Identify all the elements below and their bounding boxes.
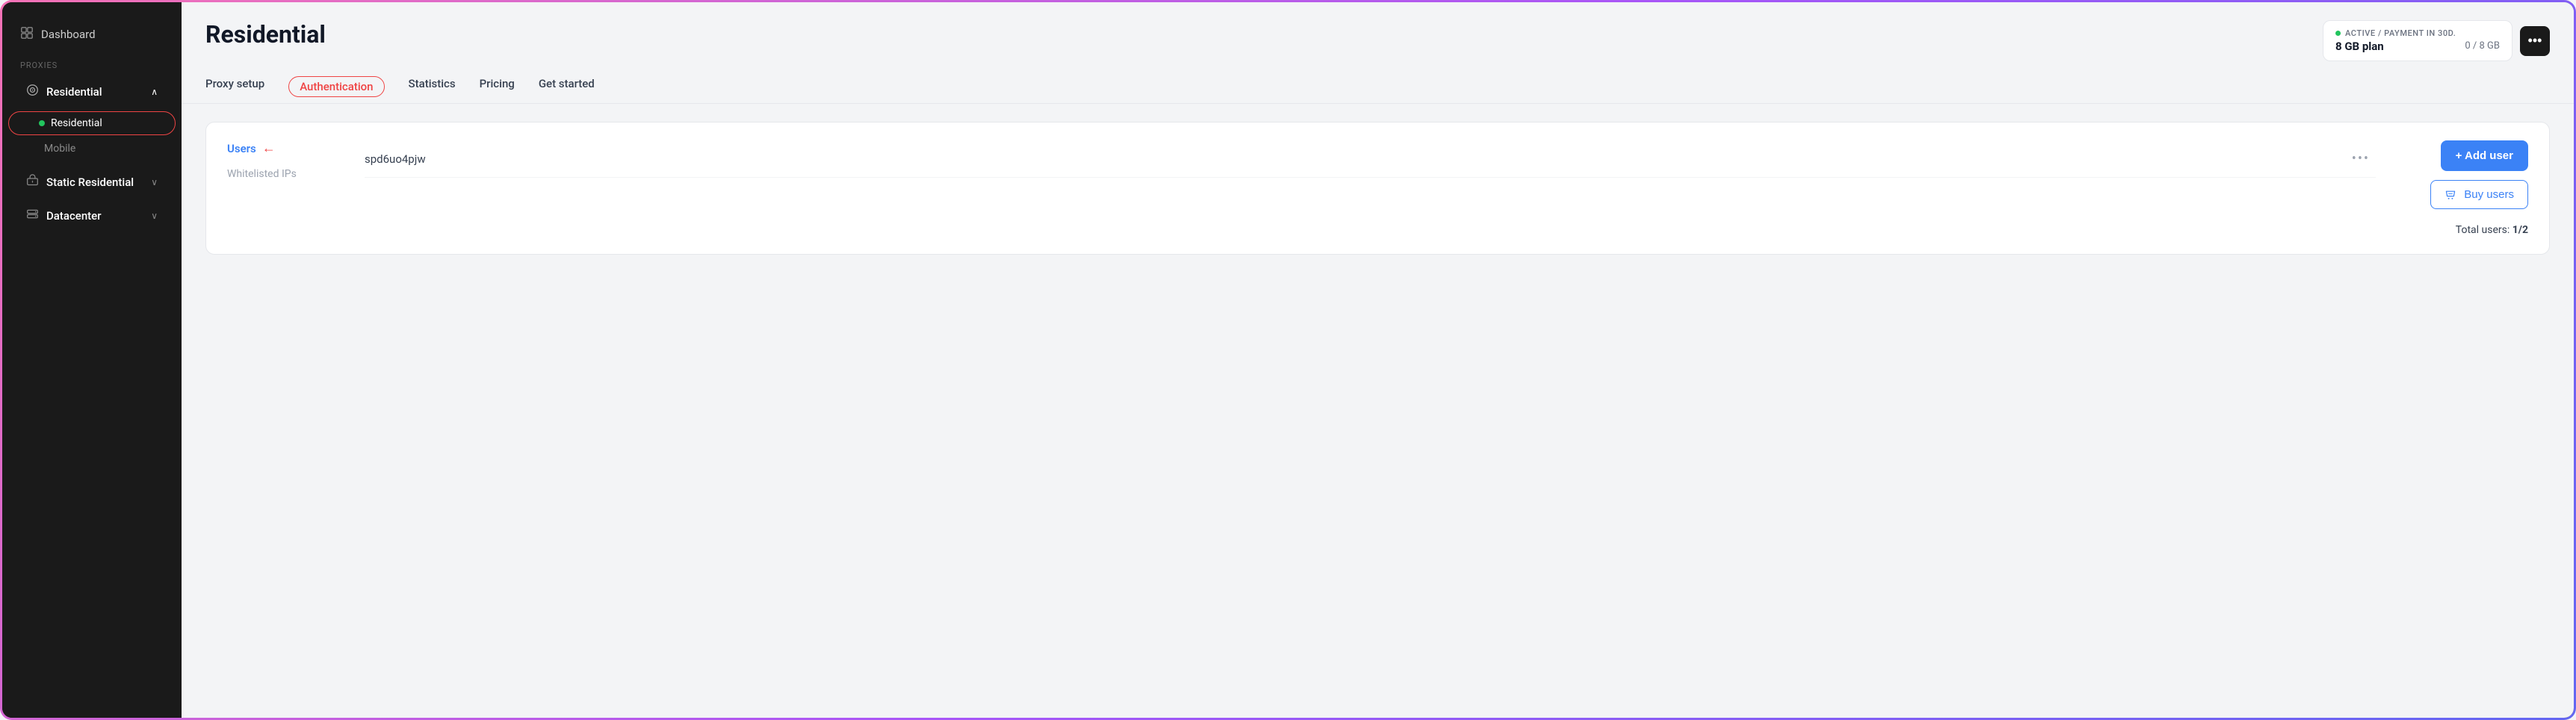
residential-sub-items: Residential Mobile bbox=[2, 107, 182, 164]
tab-proxy-setup-label: Proxy setup bbox=[205, 77, 264, 90]
plan-status-dot bbox=[2335, 31, 2341, 36]
tab-proxy-setup[interactable]: Proxy setup bbox=[205, 77, 264, 102]
content-area: Users ← Whitelisted IPs spd6uo4pjw ••• bbox=[182, 104, 2574, 718]
residential-group-label: Residential bbox=[46, 85, 102, 99]
plan-status-text: ACTIVE / PAYMENT IN 30D. bbox=[2345, 28, 2456, 38]
sidebar-group-residential: Residential ∧ Residential Mobile bbox=[2, 76, 182, 164]
users-label-text: Users bbox=[227, 142, 256, 155]
datacenter-icon bbox=[26, 208, 39, 223]
sidebar-group-datacenter-header[interactable]: Datacenter ∨ bbox=[8, 200, 176, 231]
total-users-prefix: Total users: bbox=[2456, 224, 2512, 236]
residential-icon bbox=[26, 84, 39, 99]
tab-pricing[interactable]: Pricing bbox=[480, 77, 515, 102]
tabs-bar: Proxy setup Authentication Statistics Pr… bbox=[182, 61, 2574, 104]
proxies-section-label: PROXIES bbox=[2, 60, 182, 76]
plan-name: 8 GB plan bbox=[2335, 40, 2456, 53]
active-dot bbox=[39, 120, 45, 126]
sidebar-item-residential[interactable]: Residential bbox=[8, 111, 176, 135]
residential-sub-label: Residential bbox=[51, 117, 102, 129]
datacenter-label: Datacenter bbox=[46, 209, 102, 223]
buy-users-button[interactable]: Buy users bbox=[2430, 180, 2528, 209]
tab-authentication[interactable]: Authentication bbox=[288, 76, 384, 97]
sidebar-group-static-residential: Static Residential ∨ bbox=[2, 167, 182, 197]
tab-get-started-label: Get started bbox=[539, 77, 595, 90]
sidebar-item-dashboard[interactable]: Dashboard bbox=[2, 17, 182, 52]
chevron-down-icon-static: ∨ bbox=[151, 177, 158, 187]
user-name: spd6uo4pjw bbox=[365, 152, 426, 166]
tab-get-started[interactable]: Get started bbox=[539, 77, 595, 102]
add-user-button-label: + Add user bbox=[2456, 149, 2513, 162]
row-more-options[interactable]: ••• bbox=[2346, 148, 2376, 170]
user-row: spd6uo4pjw ••• bbox=[365, 140, 2376, 178]
chevron-down-icon-datacenter: ∨ bbox=[151, 211, 158, 221]
page-title: Residential bbox=[205, 20, 326, 49]
mobile-sub-label: Mobile bbox=[44, 143, 75, 155]
tab-pricing-label: Pricing bbox=[480, 77, 515, 90]
auth-card-inner: Users ← Whitelisted IPs spd6uo4pjw ••• bbox=[227, 140, 2528, 236]
tab-statistics-label: Statistics bbox=[409, 77, 456, 90]
dashboard-icon bbox=[20, 26, 34, 43]
whitelisted-ips-label: Whitelisted IPs bbox=[227, 168, 347, 180]
static-residential-icon bbox=[26, 174, 39, 190]
auth-left-col: Users ← Whitelisted IPs bbox=[227, 140, 347, 180]
sidebar-group-static-header[interactable]: Static Residential ∨ bbox=[8, 167, 176, 197]
tab-authentication-label: Authentication bbox=[300, 80, 373, 93]
plan-status-line: ACTIVE / PAYMENT IN 30D. bbox=[2335, 28, 2456, 38]
row-actions: ••• bbox=[426, 148, 2376, 170]
sidebar-item-mobile[interactable]: Mobile bbox=[8, 137, 176, 161]
total-users: Total users: 1/2 bbox=[2456, 224, 2528, 236]
sidebar: Dashboard PROXIES Residential ∧ bbox=[2, 2, 182, 718]
auth-card: Users ← Whitelisted IPs spd6uo4pjw ••• bbox=[205, 122, 2550, 255]
more-dots-icon: ••• bbox=[2528, 33, 2542, 49]
static-residential-label: Static Residential bbox=[46, 176, 134, 189]
auth-center-col: spd6uo4pjw ••• bbox=[347, 140, 2394, 178]
dashboard-label: Dashboard bbox=[41, 28, 96, 41]
total-users-value: 1/2 bbox=[2512, 224, 2528, 236]
sidebar-group-datacenter: Datacenter ∨ bbox=[2, 200, 182, 231]
main-content: Residential ACTIVE / PAYMENT IN 30D. 8 G… bbox=[182, 2, 2574, 718]
sidebar-group-residential-header[interactable]: Residential ∧ bbox=[8, 76, 176, 107]
arrow-left-icon: ← bbox=[262, 140, 276, 156]
users-section-label: Users ← bbox=[227, 140, 347, 156]
buy-users-button-label: Buy users bbox=[2464, 188, 2514, 201]
buy-users-icon bbox=[2445, 188, 2459, 201]
header-right: ACTIVE / PAYMENT IN 30D. 8 GB plan 0 / 8… bbox=[2323, 20, 2550, 61]
plan-usage: 0 / 8 GB bbox=[2465, 40, 2500, 53]
plan-badge-info: ACTIVE / PAYMENT IN 30D. 8 GB plan bbox=[2335, 28, 2456, 53]
chevron-up-icon: ∧ bbox=[151, 87, 158, 97]
add-user-button[interactable]: + Add user bbox=[2441, 140, 2528, 171]
tab-statistics[interactable]: Statistics bbox=[409, 77, 456, 102]
plan-badge: ACTIVE / PAYMENT IN 30D. 8 GB plan 0 / 8… bbox=[2323, 20, 2512, 61]
auth-right-col: + Add user Buy users bbox=[2394, 140, 2528, 236]
more-options-button[interactable]: ••• bbox=[2520, 26, 2550, 56]
page-header: Residential ACTIVE / PAYMENT IN 30D. 8 G… bbox=[182, 2, 2574, 61]
